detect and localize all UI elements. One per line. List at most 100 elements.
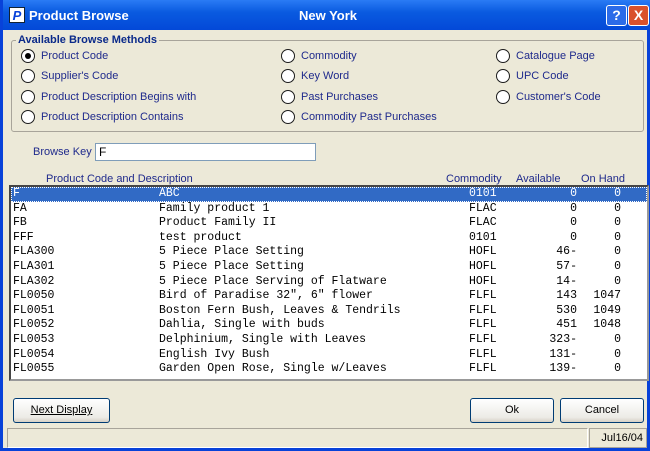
column-header-product[interactable]: Product Code and Description xyxy=(46,173,193,185)
cell-description: 5 Piece Place Serving of Flatware xyxy=(159,274,387,288)
radio-button[interactable] xyxy=(21,69,35,83)
cell-commodity: HOFL xyxy=(469,274,497,288)
cell-product-code: FL0051 xyxy=(13,303,55,317)
cell-commodity: FLAC xyxy=(469,201,497,215)
cell-commodity: HOFL xyxy=(469,259,497,273)
radio-label: Commodity Past Purchases xyxy=(301,111,437,123)
cell-product-code: FFF xyxy=(13,230,34,244)
table-row[interactable]: FLA301 5 Piece Place Setting HOFL 57- 0 xyxy=(11,260,647,275)
table-row[interactable]: FB Product Family II FLAC 0 0 xyxy=(11,216,647,231)
cell-commodity: FLFL xyxy=(469,362,497,376)
title-bar: P Product Browse New York ? X xyxy=(3,0,650,30)
table-row[interactable]: FL0055 Garden Open Rose, Single w/Leaves F… xyxy=(11,362,647,377)
radio-label: Key Word xyxy=(301,70,350,82)
ok-button[interactable]: Ok xyxy=(470,398,554,423)
help-button[interactable]: ? xyxy=(606,5,627,26)
cell-product-code: FL0055 xyxy=(13,362,55,376)
cell-product-code: FL0054 xyxy=(13,347,55,361)
cell-description: Delphinium, Single with Leaves xyxy=(159,332,367,346)
cell-on-hand: 0 xyxy=(614,230,621,244)
browse-key-label: Browse Key xyxy=(33,146,92,158)
radio-button[interactable] xyxy=(496,90,510,104)
radio-label: UPC Code xyxy=(516,70,569,82)
radio-label: Product Description Begins with xyxy=(41,91,197,103)
cell-available: 323- xyxy=(549,332,577,346)
cell-description: test product xyxy=(159,230,242,244)
column-header-available[interactable]: Available xyxy=(516,173,560,185)
cell-commodity: HOFL xyxy=(469,245,497,259)
table-row[interactable]: FLA300 5 Piece Place Setting HOFL 46- 0 xyxy=(11,245,647,260)
cell-available: 0 xyxy=(570,230,577,244)
cell-available: 530 xyxy=(556,303,577,317)
browse-key-input[interactable]: F xyxy=(95,143,316,161)
cell-commodity: FLFL xyxy=(469,347,497,361)
cell-on-hand: 0 xyxy=(614,362,621,376)
cell-description: 5 Piece Place Setting xyxy=(159,259,304,273)
table-row[interactable]: FA Family product 1 FLAC 0 0 xyxy=(11,202,647,217)
radio-button[interactable] xyxy=(496,49,510,63)
location-title: New York xyxy=(298,8,358,23)
cell-description: Bird of Paradise 32", 6" flower xyxy=(159,289,373,303)
cell-description: Family product 1 xyxy=(159,201,270,215)
cell-commodity: FLFL xyxy=(469,318,497,332)
table-row[interactable]: FFF test product 0101 0 0 xyxy=(11,231,647,246)
next-display-button[interactable]: Next Display xyxy=(13,398,110,423)
cancel-button[interactable]: Cancel xyxy=(560,398,644,423)
column-header-commodity[interactable]: Commodity xyxy=(446,173,502,185)
column-header-on-hand[interactable]: On Hand xyxy=(581,173,625,185)
status-bar xyxy=(7,428,588,448)
table-row[interactable]: FL0050 Bird of Paradise 32", 6" flower FLF… xyxy=(11,289,647,304)
cell-description: Dahlia, Single with buds xyxy=(159,318,325,332)
cell-description: ABC xyxy=(159,187,180,200)
cell-product-code: FB xyxy=(13,216,27,230)
radio-label: Supplier's Code xyxy=(41,70,119,82)
cell-description: 5 Piece Place Setting xyxy=(159,245,304,259)
product-list[interactable]: F ABC 0101 0 0 FA Family product 1 FLAC 0 0 FB Prod… xyxy=(9,185,649,381)
cell-available: 0 xyxy=(570,187,577,200)
radio-button[interactable] xyxy=(281,49,295,63)
radio-button[interactable] xyxy=(21,49,35,63)
table-row[interactable]: FL0051 Boston Fern Bush, Leaves & Tendril… xyxy=(11,304,647,319)
table-row[interactable]: FL0054 English Ivy Bush FLFL 131- 0 xyxy=(11,348,647,363)
radio-button[interactable] xyxy=(281,69,295,83)
table-row[interactable]: FL0052 Dahlia, Single with buds FLFL 451 104… xyxy=(11,318,647,333)
cell-available: 14- xyxy=(556,274,577,288)
cell-on-hand: 0 xyxy=(614,259,621,273)
radio-button[interactable] xyxy=(281,110,295,124)
cell-description: Garden Open Rose, Single w/Leaves xyxy=(159,362,387,376)
close-button[interactable]: X xyxy=(628,5,649,26)
cell-commodity: 0101 xyxy=(469,230,497,244)
cell-available: 0 xyxy=(570,216,577,230)
radio-button[interactable] xyxy=(21,90,35,104)
radio-label: Past Purchases xyxy=(301,91,379,103)
cell-commodity: FLAC xyxy=(469,216,497,230)
radio-button[interactable] xyxy=(496,69,510,83)
next-display-label: Next Display xyxy=(30,404,93,416)
cell-available: 131- xyxy=(549,347,577,361)
radio-button[interactable] xyxy=(281,90,295,104)
cell-product-code: FLA300 xyxy=(13,245,55,259)
cell-product-code: FL0053 xyxy=(13,332,55,346)
radio-label: Catalogue Page xyxy=(516,50,595,62)
cell-on-hand: 0 xyxy=(614,274,621,288)
cell-available: 451 xyxy=(556,318,577,332)
cell-commodity: FLFL xyxy=(469,332,497,346)
cancel-label: Cancel xyxy=(584,404,620,416)
cell-on-hand: 0 xyxy=(614,332,621,346)
table-row[interactable]: FL0053 Delphinium, Single with Leaves FLFL… xyxy=(11,333,647,348)
status-date: Jul16/04 xyxy=(589,428,647,448)
cell-description: English Ivy Bush xyxy=(159,347,270,361)
radio-button[interactable] xyxy=(21,110,35,124)
cell-description: Product Family II xyxy=(159,216,277,230)
cell-product-code: FL0050 xyxy=(13,289,55,303)
cell-commodity: 0101 xyxy=(469,187,497,200)
radio-label: Commodity xyxy=(301,50,357,62)
table-row[interactable]: FLA302 5 Piece Place Serving of Flatware H… xyxy=(11,275,647,290)
cell-available: 57- xyxy=(556,259,577,273)
radio-label: Product Description Contains xyxy=(41,111,184,123)
table-row[interactable]: F ABC 0101 0 0 xyxy=(11,187,647,202)
cell-available: 0 xyxy=(570,201,577,215)
cell-product-code: FLA301 xyxy=(13,259,55,273)
cell-on-hand: 1049 xyxy=(593,303,621,317)
cell-product-code: FA xyxy=(13,201,27,215)
